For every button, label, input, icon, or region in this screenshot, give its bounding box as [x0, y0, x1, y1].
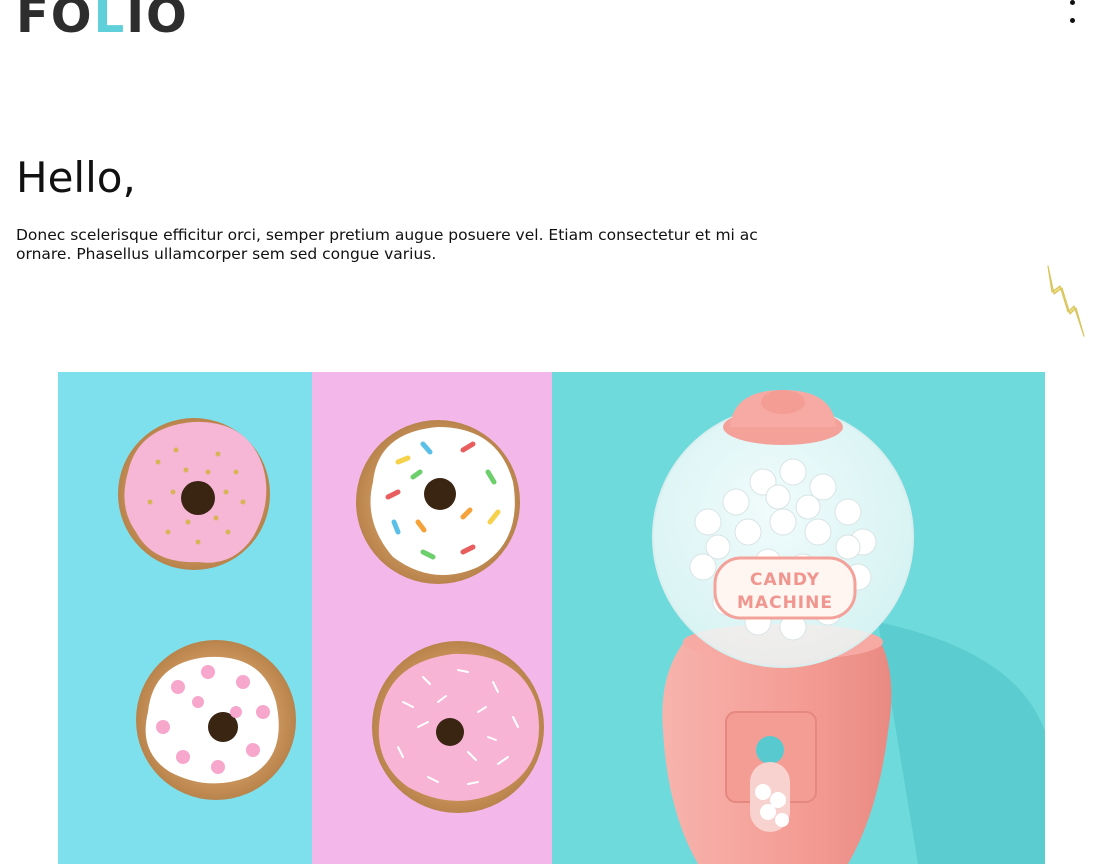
site-logo[interactable]: FO L IO ™: [16, 0, 196, 44]
feature-image: CANDY MACHINE: [58, 372, 1045, 864]
candy-label-line1: CANDY: [750, 570, 820, 590]
hero-body-text: Donec scelerisque efficitur orci, semper…: [16, 226, 758, 263]
menu-dot: [1070, 0, 1075, 5]
donut-pink-coconut: [372, 641, 544, 813]
lightning-bolt-icon: [1047, 265, 1085, 337]
logo-text-start: FO: [16, 0, 94, 44]
donut-rainbow-sprinkles: [356, 420, 520, 584]
more-vertical-icon[interactable]: [1064, 0, 1080, 28]
donut-pink-gold: [118, 418, 270, 570]
hero-heading: Hello,: [16, 153, 136, 202]
candy-machine: CANDY MACHINE: [652, 390, 914, 864]
candy-label-line2: MACHINE: [737, 593, 833, 613]
menu-dot: [1070, 18, 1075, 23]
logo-text-end: IO: [126, 0, 189, 44]
donut-white-pink-drops: [136, 640, 296, 800]
donuts-and-candy-machine-photo: CANDY MACHINE: [58, 372, 1045, 864]
logo-text-accent: L: [93, 0, 127, 44]
logo-trademark: ™: [189, 0, 196, 4]
hero-section: Hello, Donec scelerisque efficitur orci,…: [16, 150, 776, 264]
